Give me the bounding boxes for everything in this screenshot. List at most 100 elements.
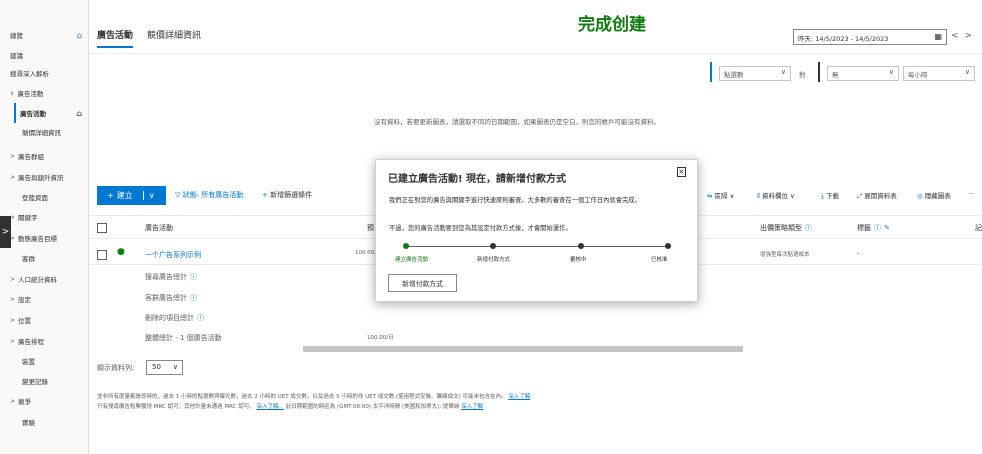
horizontal-scrollbar[interactable] xyxy=(303,346,743,352)
eye-off-icon: ◎ xyxy=(917,192,925,200)
more-options-button[interactable]: ··· xyxy=(968,190,974,198)
sidebar-item-dynamic-ad-targets[interactable]: > 動態廣告目標 xyxy=(10,228,88,248)
step-label-create: 建立廣告活動 xyxy=(395,257,429,263)
home-icon: ⌂ xyxy=(76,30,82,40)
select-all-checkbox[interactable] xyxy=(97,223,107,233)
sidebar-item-locations[interactable]: > 位置 xyxy=(10,310,88,330)
add-payment-method-button[interactable]: 新增付款方式 xyxy=(388,274,457,292)
metric-dropdown-secondary[interactable]: 無 ∨ xyxy=(827,66,899,81)
step-label-payment: 新增付款方式 xyxy=(477,257,511,263)
dialog-title: 已建立廣告活動! 現在，請新增付款方式 xyxy=(388,174,567,185)
info-icon: ⓘ xyxy=(197,314,204,322)
sidebar-item-ads-extensions[interactable]: > 廣告與額外資訊 xyxy=(10,167,88,187)
close-icon[interactable]: × xyxy=(677,167,686,177)
sidebar-item-experiments[interactable]: 實驗 xyxy=(22,412,88,432)
chevron-down-icon: ∨ xyxy=(780,68,786,76)
previous-period-button[interactable]: < xyxy=(951,31,965,41)
footer-note-2: 只有搜尋廣告點擊獲得 MRC 認可；其他計量未通過 MRC 認可。 深入了解。 … xyxy=(97,404,484,410)
dialog-body-payment: 不過，您的廣告活動要到您為其設定付款方式後，才會開始運作。 xyxy=(389,225,572,232)
bid-strategy-value: 增強型每次點選成本 xyxy=(760,252,810,258)
summary-row-deleted: 刪除的項目總計 ⓘ xyxy=(145,314,204,322)
campaign-created-dialog: 已建立廣告活動! 現在，請新增付款方式 × 我們正在對您的廣告與關鍵字進行快速原… xyxy=(375,159,698,302)
add-filter-button[interactable]: + 新增篩選條件 xyxy=(262,190,312,200)
sidebar-item-keywords[interactable]: > 關鍵字 xyxy=(10,207,88,227)
sidebar-item-devices[interactable]: 裝置 xyxy=(22,351,88,371)
create-button[interactable]: + 建立 ∨ xyxy=(97,186,166,205)
sidebar-item-demographics[interactable]: > 人口統計資料 xyxy=(10,269,88,289)
status-filter[interactable]: ▽ 狀態: 所有廣告活動 xyxy=(175,190,243,200)
column-header-truncated: 記 xyxy=(975,224,982,232)
chevron-right-icon: > xyxy=(10,397,16,405)
sidebar-item-overview[interactable]: 總覽 ⌂ xyxy=(10,25,88,45)
chevron-down-icon: ∨ xyxy=(172,363,178,371)
info-icon: ⓘ xyxy=(190,294,197,302)
chevron-down-icon: ∨ xyxy=(142,191,155,200)
step-label-approved: 已核准 xyxy=(651,257,668,263)
step-dot xyxy=(490,243,496,249)
granularity-dropdown[interactable]: 每小時 ∨ xyxy=(903,66,975,81)
column-header-bid-strategy[interactable]: 出價策略類型 ⓘ xyxy=(760,223,812,233)
chevron-down-icon: ∨ xyxy=(888,68,894,76)
expand-table-button[interactable]: ⤢ 展開資料表 xyxy=(857,190,897,201)
info-icon: ⓘ xyxy=(805,224,812,232)
sidebar-item-search-insights[interactable]: 搜尋深入解析 xyxy=(10,63,88,83)
sidebar-item-ad-groups[interactable]: > 廣告群組 xyxy=(10,146,88,166)
filter-icon: ▽ xyxy=(175,191,183,199)
segment-button[interactable]: ⇋ 區隔 ∨ xyxy=(707,190,734,200)
sidebar-item-landing-pages[interactable]: 登陸頁面 xyxy=(22,187,88,207)
dialog-body-review: 我們正在對您的廣告與關鍵字進行快速原則審查。大多數的審查在一個工作日內就會完成。 xyxy=(389,197,641,204)
no-data-message: 沒有資料，若要更新圖表，請選取不同的日期範圍，如果圖表仍是空白，則您的帳戶可能沒… xyxy=(374,118,660,126)
sidebar-item-ad-schedule[interactable]: > 廣告排程 xyxy=(10,331,88,351)
step-dot xyxy=(665,243,671,249)
next-period-button[interactable]: > xyxy=(965,31,979,41)
chevron-right-icon: > xyxy=(1,227,10,237)
row-checkbox[interactable] xyxy=(97,250,107,260)
progress-stepper: 建立廣告活動 新增付款方式 審核中 已核准 xyxy=(388,240,688,270)
series-marker-secondary xyxy=(818,62,820,82)
sidebar-item-campaigns[interactable]: 廣告活動 ⌂ xyxy=(14,103,88,123)
date-range-picker[interactable]: 昨天: 14/5/2023 - 14/5/2023 ▦ xyxy=(793,29,947,45)
download-button[interactable]: ⤓ 下載 xyxy=(821,190,839,201)
tab-auction-insights[interactable]: 競價詳細資訊 xyxy=(147,28,201,48)
sidebar-item-campaigns-group[interactable]: ∨ 廣告活動 xyxy=(10,83,88,103)
chevron-right-icon: > xyxy=(10,337,16,345)
date-navigation: <> xyxy=(951,31,978,41)
column-header-labels[interactable]: 標籤 ⓘ ✎ xyxy=(857,223,890,233)
divider xyxy=(89,53,982,54)
campaign-budget: 100.00/ xyxy=(355,250,377,256)
columns-button[interactable]: ⦀ 資料欄位 ∨ xyxy=(757,190,795,201)
learn-more-link[interactable]: 深入了解 xyxy=(461,404,483,410)
summary-row-total: 整體總計 - 1 個廣告活動 100.00/日 xyxy=(145,334,394,342)
tab-campaigns[interactable]: 廣告活動 xyxy=(97,28,134,48)
sidebar-item-competition[interactable]: > 競爭 xyxy=(10,391,88,411)
sidebar-item-auction-insights[interactable]: 競價詳細資訊 xyxy=(22,122,88,142)
chevron-down-icon: ∨ xyxy=(10,89,15,97)
sidebar-item-change-history[interactable]: 變更記錄 xyxy=(22,371,88,391)
collapse-sidebar-button[interactable]: > xyxy=(0,216,11,248)
learn-more-link[interactable]: 深入了解。 xyxy=(257,404,285,410)
chevron-down-icon: ∨ xyxy=(964,68,970,76)
metric-dropdown-primary[interactable]: 點選數 ∨ xyxy=(719,66,791,81)
tab-bar: 廣告活動 競價詳細資訊 xyxy=(97,28,201,48)
total-budget: 100.00/日 xyxy=(367,335,394,341)
column-header-budget[interactable]: 預 xyxy=(367,223,374,233)
learn-more-link[interactable]: 深入了解 xyxy=(508,394,530,400)
calendar-icon: ▦ xyxy=(934,32,942,41)
sidebar-item-settings[interactable]: > 設定 xyxy=(10,289,88,309)
labels-value: - xyxy=(857,250,860,258)
edit-icon: ✎ xyxy=(884,224,890,232)
footer-note-1: 並非所有度量都是即時的，過去 1 小時的點選數與曝光數，過去 2 小時的 UET… xyxy=(97,394,531,400)
hide-chart-button[interactable]: ◎ 隱藏圖表 xyxy=(917,190,951,200)
segment-icon: ⇋ xyxy=(707,192,715,200)
completion-overlay-text: 完成创建 xyxy=(578,15,646,35)
step-dot xyxy=(578,243,584,249)
info-icon: ⓘ xyxy=(874,224,881,232)
column-header-campaign[interactable]: 廣告活動 xyxy=(145,223,173,233)
step-dot-complete xyxy=(403,243,409,249)
sidebar-item-recommendations[interactable]: 建議 xyxy=(10,45,88,65)
plus-icon: + xyxy=(107,191,114,200)
plus-icon: + xyxy=(262,191,271,199)
rows-per-page-select[interactable]: 50 ∨ xyxy=(146,360,183,375)
sidebar-item-audiences[interactable]: 客群 xyxy=(22,248,88,268)
campaign-name-link[interactable]: 一个广告系列示例 xyxy=(145,250,201,260)
